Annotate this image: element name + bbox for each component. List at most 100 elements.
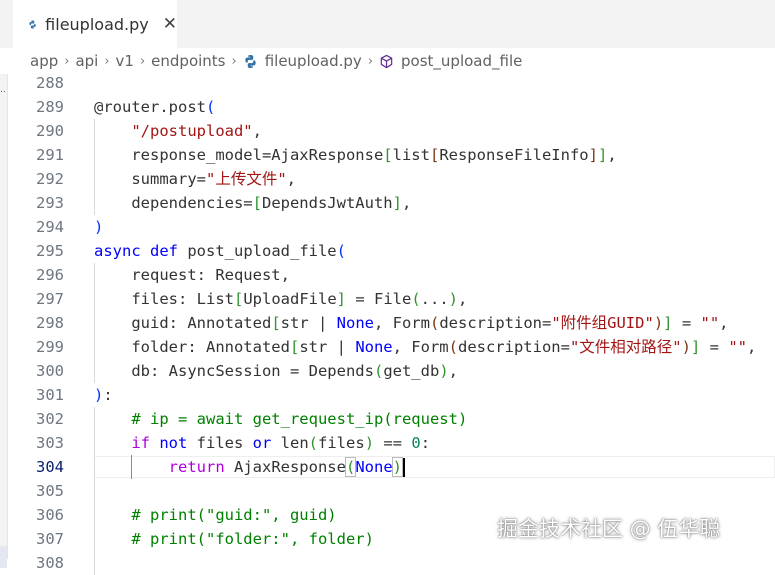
code-line[interactable]: 302 # ip = await get_request_ip(request) — [8, 407, 775, 431]
line-number: 300 — [36, 362, 64, 380]
chevron-right-icon: › — [104, 53, 110, 69]
line-number: 308 — [36, 554, 64, 572]
breadcrumb-v1[interactable]: v1 — [116, 52, 134, 70]
code-line[interactable]: 293 dependencies=[DependsJwtAuth], — [8, 191, 775, 215]
code-token: str | — [280, 314, 337, 332]
code-line[interactable]: 289 @router.post( — [8, 95, 775, 119]
text-cursor — [403, 458, 405, 477]
code-token: , — [286, 170, 296, 188]
code-token: ResponseFileInfo — [439, 146, 589, 164]
code-token: ) — [448, 290, 459, 308]
ellipsis-icon: .. — [0, 85, 6, 95]
code-token: ... — [420, 290, 449, 308]
line-number: 305 — [36, 482, 64, 500]
code-token: dependencies= — [94, 194, 253, 212]
line-number: 291 — [36, 146, 64, 164]
line-number: 293 — [36, 194, 64, 212]
code-token: ] — [336, 290, 346, 308]
code-line[interactable]: 304 return AjaxResponse(None) — [8, 455, 775, 479]
code-text: db: AsyncSession = Depends(get_db), — [94, 359, 458, 383]
code-line[interactable]: 298 guid: Annotated[str | None, Form(des… — [8, 311, 775, 335]
code-token: [ — [271, 314, 281, 332]
code-token: db: AsyncSession = Depends — [94, 362, 374, 380]
code-token: ] — [588, 146, 598, 164]
code-line[interactable]: 292 summary="上传文件", — [8, 167, 775, 191]
code-token: DependsJwtAuth — [261, 194, 393, 212]
breadcrumb-file[interactable]: fileupload.py — [265, 52, 362, 70]
code-token: # print("folder:", folder) — [131, 530, 374, 548]
code-token: ) — [364, 434, 375, 452]
code-line[interactable]: 294) — [8, 215, 775, 239]
line-number: 288 — [36, 74, 64, 92]
code-editor[interactable]: 288 289 @router.post(290 "/postupload", 291… — [8, 71, 775, 575]
line-number: 303 — [36, 434, 64, 452]
code-token: ] — [597, 146, 608, 164]
code-token: guid: Annotated — [94, 314, 272, 332]
line-number: 295 — [36, 242, 64, 260]
breadcrumb-app[interactable]: app — [30, 52, 58, 70]
code-token: , — [747, 338, 757, 356]
line-number: 289 — [36, 98, 64, 116]
code-token: or — [252, 434, 272, 452]
code-token: response_model=AjaxResponse — [94, 146, 384, 164]
code-line[interactable]: 305 — [8, 479, 775, 503]
breadcrumb-api[interactable]: api — [75, 52, 98, 70]
tab-label: fileupload.py — [45, 14, 149, 34]
code-token: summary= — [94, 170, 206, 188]
close-icon[interactable]: ✕ — [163, 15, 177, 33]
code-token: UploadFile — [243, 290, 337, 308]
breadcrumb-symbol[interactable]: post_upload_file — [401, 52, 522, 70]
code-text: dependencies=[DependsJwtAuth], — [94, 191, 411, 215]
line-number: 296 — [36, 266, 64, 284]
breadcrumb-endpoints[interactable]: endpoints — [151, 52, 225, 70]
code-text: guid: Annotated[str | None, Form(descrip… — [94, 311, 728, 335]
code-line[interactable]: 299 folder: Annotated[str | None, Form(d… — [8, 335, 775, 359]
code-line[interactable]: 291 response_model=AjaxResponse[list[Res… — [8, 143, 775, 167]
line-number: 299 — [36, 338, 64, 356]
code-token: files — [187, 434, 253, 452]
code-token: ) — [391, 457, 404, 477]
side-panel-selection — [0, 546, 7, 568]
code-text: folder: Annotated[str | None, Form(descr… — [94, 335, 756, 359]
code-token: list — [392, 146, 430, 164]
code-text: # ip = await get_request_ip(request) — [94, 407, 467, 431]
code-token: 0 — [411, 434, 421, 452]
line-number: 294 — [36, 218, 64, 236]
code-token: "文件相对路径" — [569, 338, 682, 356]
code-token: description= — [439, 314, 552, 332]
watermark: 掘金技术社区 @ 伍华聪 — [497, 517, 721, 541]
line-number: 298 — [36, 314, 64, 332]
code-token: , Form — [373, 314, 430, 332]
code-token: async def — [94, 242, 178, 260]
python-file-icon — [29, 19, 36, 29]
code-line[interactable]: 295 async def post_upload_file( — [8, 239, 775, 263]
code-token: ( — [448, 338, 458, 356]
code-token: description= — [457, 338, 570, 356]
code-token: ) — [94, 218, 104, 236]
tab-fileupload[interactable]: fileupload.py ✕ — [13, 0, 177, 48]
code-token: str | — [299, 338, 356, 356]
code-line[interactable]: 290 "/postupload", — [8, 119, 775, 143]
code-token: # print("guid:", guid) — [131, 506, 337, 524]
line-number: 306 — [36, 506, 64, 524]
code-token: , — [448, 362, 458, 380]
code-token: == — [374, 434, 412, 452]
code-line[interactable]: 297 files: List[UploadFile] = File(...), — [8, 287, 775, 311]
code-token: ] — [663, 314, 673, 332]
code-line[interactable]: 300 db: AsyncSession = Depends(get_db), — [8, 359, 775, 383]
code-line[interactable]: 303 if not files or len(files) == 0: — [8, 431, 775, 455]
code-token: = File — [346, 290, 412, 308]
code-token: ) — [653, 314, 664, 332]
code-line[interactable]: 288 — [8, 71, 775, 95]
code-token: , — [607, 146, 617, 164]
code-token: [ — [429, 146, 440, 164]
chevron-right-icon: › — [367, 53, 374, 69]
code-token: ] — [392, 194, 402, 212]
code-line[interactable]: 296 request: Request, — [8, 263, 775, 287]
line-number: 292 — [36, 170, 64, 188]
code-line[interactable]: 308 — [8, 551, 775, 575]
code-line[interactable]: 301): — [8, 383, 775, 407]
